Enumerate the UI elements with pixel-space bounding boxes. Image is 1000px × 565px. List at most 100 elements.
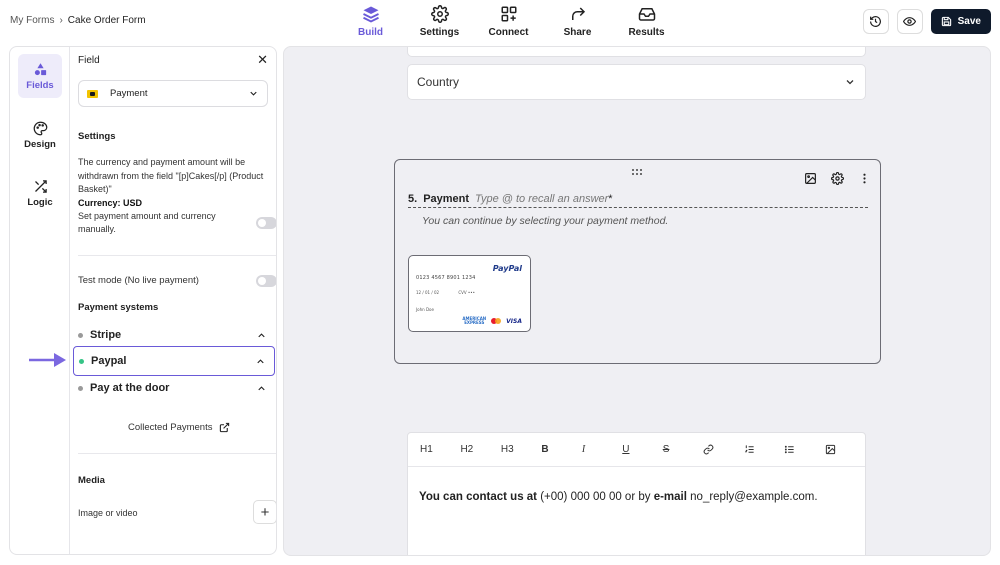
breadcrumb: My Forms › Cake Order Form [10,15,146,26]
payment-system-paypal[interactable]: Paypal [73,346,275,376]
editor-content[interactable]: You can contact us at (+00) 000 00 00 or… [419,491,818,503]
test-mode-toggle[interactable] [256,275,276,287]
test-mode-label: Test mode (No live payment) [78,275,199,286]
rail-logic-label: Logic [27,196,53,208]
field-type-select[interactable]: Payment [78,80,268,107]
contact-text-email-label: e-mail [653,491,687,503]
rail-fields-label: Fields [26,79,54,91]
payment-source-text: The currency and payment amount will be … [78,157,264,194]
drag-handle-icon[interactable] [631,168,643,176]
link-button[interactable] [703,444,743,455]
preview-button[interactable] [896,9,923,34]
card-cvv: CVV ••• [458,290,475,295]
chevron-up-icon [257,358,264,363]
credit-card-preview: PayPal 0123 4567 8901 1234 12 / 01 / 02 … [408,255,531,332]
status-dot [78,385,83,391]
rail-design-label: Design [24,138,56,150]
left-panel: Fields Design Logic Field ✕ Payment Sett… [9,46,277,555]
breadcrumb-root[interactable]: My Forms [10,15,54,26]
shuffle-icon [34,179,47,193]
manual-amount-toggle[interactable] [256,217,276,229]
insert-image-button[interactable] [825,444,865,455]
tab-build[interactable]: Build [336,4,405,42]
breadcrumb-current: Cake Order Form [67,15,146,26]
contact-text-bold: You can contact us at [419,491,538,503]
top-bar: My Forms › Cake Order Form Build Setting… [0,0,1000,44]
h2-button[interactable]: H2 [460,444,500,455]
divider [78,453,276,454]
rail-logic[interactable]: Logic [18,171,62,215]
share-icon [569,4,587,24]
image-icon[interactable] [804,172,817,185]
h1-button[interactable]: H1 [420,444,460,455]
italic-button[interactable]: I [582,444,622,455]
required-mark: * [608,193,613,205]
country-select[interactable]: Country [407,64,866,100]
payment-system-label: Pay at the door [90,382,170,394]
underline-button[interactable]: U [622,444,662,455]
question-title[interactable]: 5. Payment Type @ to recall an answer* [408,193,868,208]
manual-amount-label: Set payment amount and currency manually… [78,211,216,234]
bullet-list-icon [784,445,794,454]
country-select-value: Country [417,75,460,89]
history-icon [870,16,882,27]
more-vertical-icon[interactable] [858,172,871,185]
chevron-up-icon [258,385,265,390]
ordered-list-button[interactable] [744,444,784,455]
tab-build-label: Build [358,27,383,38]
card-tools [804,172,871,185]
payment-question-card[interactable]: 5. Payment Type @ to recall an answer* Y… [394,159,881,364]
palette-icon [33,121,47,135]
history-button[interactable] [862,9,889,34]
payment-systems-title: Payment systems [78,302,159,313]
arrow-icon [29,353,66,367]
visa-logo: VISA [506,317,522,325]
collected-payments-label: Collected Payments [128,422,213,433]
chevron-up-icon [258,332,265,337]
tab-connect[interactable]: Connect [474,4,543,42]
plus-icon: + [260,503,270,521]
paypal-logo: PayPal [492,264,522,273]
side-rail: Fields Design Logic [10,47,70,554]
tab-share[interactable]: Share [543,4,612,42]
close-icon[interactable]: ✕ [257,53,268,66]
mastercard-logo [491,318,502,324]
field-header: Field ✕ [78,53,268,66]
payment-system-label: Stripe [90,329,122,341]
strike-button[interactable]: S [663,444,703,455]
bullet-list-button[interactable] [784,444,824,455]
question-placeholder: Type @ to recall an answer [475,193,609,205]
rail-design[interactable]: Design [18,113,62,157]
amex-logo: AMERICAN EXPRESS [462,316,487,325]
card-brand-logos: AMERICAN EXPRESS VISA [462,317,522,325]
tab-settings[interactable]: Settings [405,4,474,42]
layers-icon [362,4,380,24]
previous-field[interactable] [407,47,866,57]
gear-icon[interactable] [831,172,844,185]
question-description[interactable]: You can continue by selecting your payme… [422,215,668,227]
rail-fields[interactable]: Fields [18,54,62,98]
rich-text-editor[interactable]: H1 H2 H3 B I U S You can contact us at (… [407,432,866,555]
collected-payments-link[interactable]: Collected Payments [128,422,230,433]
add-media-button[interactable]: + [253,500,276,524]
external-link-icon [220,422,230,433]
card-holder: John Doe [416,307,434,312]
tab-share-label: Share [563,27,592,38]
chevron-down-icon [846,80,854,85]
tab-connect-label: Connect [488,27,529,38]
tab-results[interactable]: Results [612,4,681,42]
top-actions: Save [862,9,991,34]
tab-settings-label: Settings [419,27,460,38]
editor-toolbar: H1 H2 H3 B I U S [408,433,865,467]
save-button[interactable]: Save [930,9,991,34]
main-nav: Build Settings Connect Share Results [336,4,681,42]
image-or-video-label: Image or video [78,508,138,518]
media-title: Media [78,475,105,486]
bold-button[interactable]: B [541,444,581,455]
contact-text-phone: (+00) 000 00 00 or by [537,491,654,503]
eye-icon [903,17,917,26]
connect-icon [500,4,518,24]
payment-description: The currency and payment amount will be … [78,156,264,210]
h3-button[interactable]: H3 [501,444,541,455]
payment-system-pay-at-door[interactable]: Pay at the door [73,373,275,403]
